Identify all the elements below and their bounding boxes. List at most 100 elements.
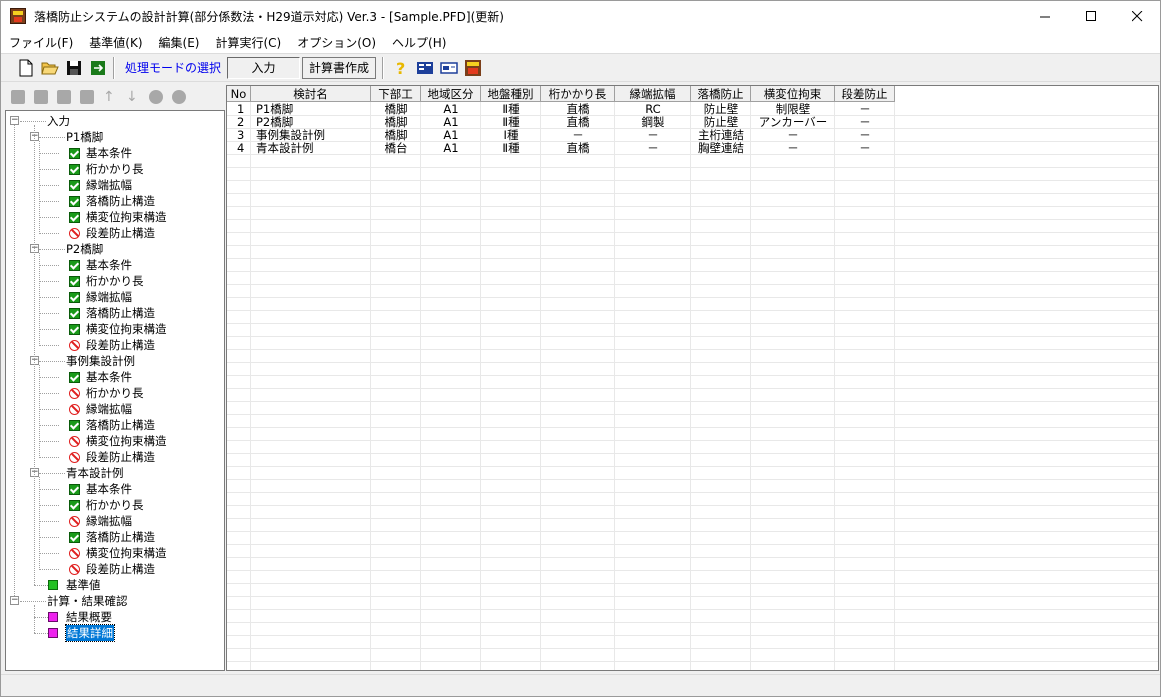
tree-item[interactable]: 桁かかり長 (69, 273, 144, 289)
tree-group-2[interactable]: P2橋脚 (66, 241, 103, 257)
tree-item[interactable]: 桁かかり長 (69, 385, 144, 401)
tree-item[interactable]: 桁かかり長 (69, 161, 144, 177)
menu-file[interactable]: ファイル(F) (1, 34, 81, 51)
case-table[interactable]: No 検討名 下部工 地域区分 地盤種別 桁かかり長 縁端拡幅 落橋防止 横変位拘束 段差防止 1 P… (226, 85, 1159, 671)
column-divider (614, 102, 615, 670)
tree-item[interactable]: 横変位拘束構造 (69, 209, 167, 225)
tree-copy-icon[interactable] (57, 90, 71, 104)
tree-item[interactable]: 段差防止構造 (69, 449, 155, 465)
tree-group-4[interactable]: 青本設計例 (66, 465, 124, 481)
expand-input-icon[interactable]: − (10, 116, 19, 125)
tree-collapse-icon[interactable] (172, 90, 186, 104)
info-button[interactable] (438, 57, 460, 79)
open-file-button[interactable] (39, 57, 61, 79)
row-divider (227, 466, 1158, 467)
tree-group-1[interactable]: P1橋脚 (66, 129, 103, 145)
tree-item[interactable]: 縁端拡幅 (69, 177, 132, 193)
table-cell[interactable]: － (835, 142, 895, 155)
tree-kijunchi[interactable]: 基準値 (48, 577, 101, 593)
export-button[interactable] (87, 57, 109, 79)
tree-connector (34, 585, 48, 586)
tree-view[interactable]: − 入力 − P1橋脚 基本条件 桁かかり長 縁端拡幅 落橋防止構造 横変位拘束構造 段差防止構造… (5, 110, 225, 671)
row-divider (227, 479, 1158, 480)
tree-up-icon[interactable]: ↑ (103, 90, 117, 104)
mode-report-button[interactable]: 計算書作成 (302, 56, 377, 79)
tree-group-3[interactable]: 事例集設計例 (66, 353, 135, 369)
column-header[interactable]: 段差防止 (835, 86, 895, 102)
tree-input-root-label: 入力 (47, 114, 70, 128)
tree-delete-icon[interactable] (80, 90, 94, 104)
table-cell[interactable]: 直橋 (541, 142, 615, 155)
tree-result-summary[interactable]: 結果概要 (48, 609, 112, 625)
tree-item[interactable]: 段差防止構造 (69, 337, 155, 353)
tree-item[interactable]: 段差防止構造 (69, 225, 155, 241)
table-cell[interactable]: A1 (421, 142, 481, 155)
menu-option[interactable]: オプション(O) (289, 34, 384, 51)
tree-item[interactable]: 横変位拘束構造 (69, 433, 167, 449)
tree-result-detail[interactable]: 結果詳細 (48, 624, 115, 642)
menu-help[interactable]: ヘルプ(H) (384, 34, 454, 51)
table-cell[interactable]: Ⅱ種 (481, 142, 541, 155)
column-header[interactable]: 地域区分 (421, 86, 481, 102)
tree-expand-icon[interactable] (149, 90, 163, 104)
menu-edit[interactable]: 編集(E) (151, 34, 208, 51)
table-cell[interactable]: 橋台 (371, 142, 421, 155)
column-header[interactable]: 地盤種別 (481, 86, 541, 102)
column-header[interactable]: 下部工 (371, 86, 421, 102)
tree-item[interactable]: 段差防止構造 (69, 561, 155, 577)
tree-connector (39, 265, 59, 266)
tree-item[interactable]: 基本条件 (69, 369, 132, 385)
tree-connector (39, 553, 59, 554)
save-button[interactable] (63, 57, 85, 79)
tree-item[interactable]: 桁かかり長 (69, 497, 144, 513)
maximize-button[interactable] (1068, 1, 1114, 31)
menu-kijunchi[interactable]: 基準値(K) (81, 34, 150, 51)
disabled-icon (69, 435, 80, 447)
check-icon (69, 307, 80, 319)
table-cell[interactable]: 青本設計例 (256, 142, 371, 155)
column-header[interactable]: No (227, 86, 251, 102)
expand-calc-icon[interactable]: − (10, 596, 19, 605)
check-icon (69, 371, 80, 383)
manual-button[interactable] (414, 57, 436, 79)
tree-item[interactable]: 落橋防止構造 (69, 529, 155, 545)
disabled-icon (69, 563, 80, 575)
tree-item[interactable]: 基本条件 (69, 257, 132, 273)
tree-input-root[interactable]: 入力 (47, 113, 70, 129)
tree-item[interactable]: 横変位拘束構造 (69, 321, 167, 337)
column-header[interactable]: 横変位拘束 (751, 86, 835, 102)
help-button[interactable]: ? (390, 57, 412, 79)
mode-input-button[interactable]: 入力 (227, 56, 301, 79)
tree-item[interactable]: 横変位拘束構造 (69, 545, 167, 561)
tree-calc-root[interactable]: 計算・結果確認 (47, 593, 128, 609)
table-cell[interactable]: 4 (237, 142, 251, 155)
new-file-button[interactable] (15, 57, 37, 79)
minimize-button[interactable] (1022, 1, 1068, 31)
tree-insert-icon[interactable] (34, 90, 48, 104)
about-button[interactable] (462, 57, 484, 79)
book-icon (417, 61, 434, 74)
menu-calc[interactable]: 計算実行(C) (207, 34, 289, 51)
column-header[interactable]: 縁端拡幅 (615, 86, 691, 102)
table-cell[interactable]: － (751, 142, 835, 155)
tree-item[interactable]: 基本条件 (69, 145, 132, 161)
tree-item[interactable]: 縁端拡幅 (69, 289, 132, 305)
tree-down-icon[interactable]: ↓ (126, 90, 140, 104)
close-button[interactable] (1114, 1, 1160, 31)
tree-item[interactable]: 縁端拡幅 (69, 401, 132, 417)
tree-item[interactable]: 落橋防止構造 (69, 305, 155, 321)
tree-item[interactable]: 落橋防止構造 (69, 193, 155, 209)
tree-item-label: 基本条件 (86, 482, 132, 496)
column-header[interactable]: 落橋防止 (691, 86, 751, 102)
tree-add-icon[interactable] (11, 90, 25, 104)
tree-item[interactable]: 基本条件 (69, 481, 132, 497)
tree-item[interactable]: 縁端拡幅 (69, 513, 132, 529)
tree-item[interactable]: 落橋防止構造 (69, 417, 155, 433)
save-icon (67, 60, 81, 75)
table-cell[interactable]: － (615, 142, 691, 155)
check-icon (69, 531, 80, 543)
table-cell[interactable]: 胸壁連結 (691, 142, 751, 155)
tree-connector (39, 141, 40, 234)
column-header[interactable]: 桁かかり長 (541, 86, 615, 102)
column-header[interactable]: 検討名 (251, 86, 371, 102)
